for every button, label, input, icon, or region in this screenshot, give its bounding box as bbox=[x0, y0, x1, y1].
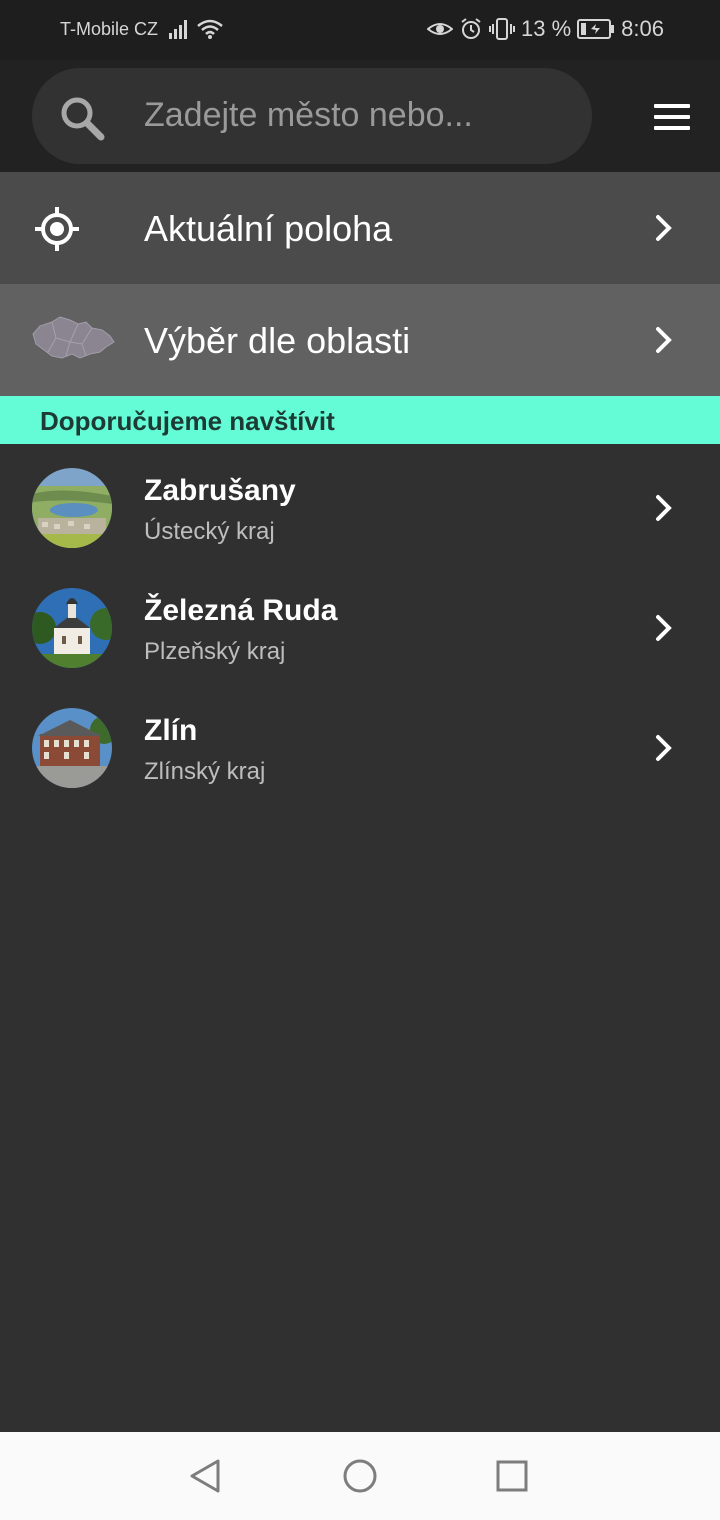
chevron-right-icon bbox=[656, 495, 672, 521]
alarm-icon bbox=[461, 18, 481, 39]
place-name: Zlín bbox=[144, 714, 198, 747]
carrier-name: T-Mobile CZ bbox=[60, 19, 159, 39]
eye-icon bbox=[427, 23, 454, 35]
place-region: Zlínský kraj bbox=[144, 758, 266, 785]
recents-icon[interactable] bbox=[496, 1458, 528, 1494]
list-item-zabrusany[interactable]: Zabrušany Ústecký kraj bbox=[0, 444, 720, 564]
battery-charging-icon bbox=[577, 19, 615, 39]
home-icon[interactable] bbox=[342, 1458, 378, 1494]
signal-icon bbox=[169, 20, 187, 39]
recommended-header-label: Doporučujeme navštívit bbox=[40, 406, 335, 436]
czech-map-icon bbox=[32, 316, 115, 359]
clock: 8:06 bbox=[621, 16, 664, 41]
chevron-right-icon bbox=[656, 327, 672, 353]
search-input[interactable] bbox=[144, 90, 564, 140]
system-navigation-bar bbox=[0, 1432, 720, 1520]
recommended-header: Doporučujeme navštívit bbox=[0, 396, 720, 444]
menu-icon-line bbox=[654, 104, 690, 108]
search-icon bbox=[61, 97, 105, 141]
search-bar[interactable] bbox=[32, 68, 592, 164]
menu-icon-line bbox=[654, 126, 690, 130]
place-thumbnail bbox=[32, 708, 112, 788]
area-selection-label: Výběr dle oblasti bbox=[144, 320, 411, 361]
battery-percent: 13 % bbox=[521, 16, 572, 41]
current-location-row[interactable]: Aktuální poloha bbox=[0, 172, 720, 284]
chevron-right-icon bbox=[656, 215, 672, 241]
chevron-right-icon bbox=[656, 615, 672, 641]
menu-button[interactable] bbox=[654, 104, 690, 130]
place-thumbnail bbox=[32, 588, 112, 668]
area-selection-row[interactable]: Výběr dle oblasti bbox=[0, 284, 720, 396]
status-bar: T-Mobile CZ 13 % 8:06 bbox=[0, 0, 720, 60]
chevron-right-icon bbox=[656, 735, 672, 761]
place-name: Zabrušany bbox=[144, 474, 296, 507]
place-region: Ústecký kraj bbox=[144, 518, 275, 545]
gps-target-icon bbox=[35, 207, 79, 251]
menu-icon-line bbox=[654, 115, 690, 119]
place-thumbnail bbox=[32, 468, 112, 548]
vibrate-icon bbox=[489, 18, 516, 40]
place-region: Plzeňský kraj bbox=[144, 638, 286, 665]
list-item-zlin[interactable]: Zlín Zlínský kraj bbox=[0, 684, 720, 804]
back-icon[interactable] bbox=[188, 1458, 222, 1494]
place-name: Železná Ruda bbox=[144, 594, 338, 627]
wifi-icon bbox=[197, 19, 223, 39]
status-right: 13 % 8:06 bbox=[427, 16, 664, 42]
app-bar bbox=[0, 60, 720, 172]
list-item-zelezna-ruda[interactable]: Železná Ruda Plzeňský kraj bbox=[0, 564, 720, 684]
current-location-label: Aktuální poloha bbox=[144, 208, 393, 249]
